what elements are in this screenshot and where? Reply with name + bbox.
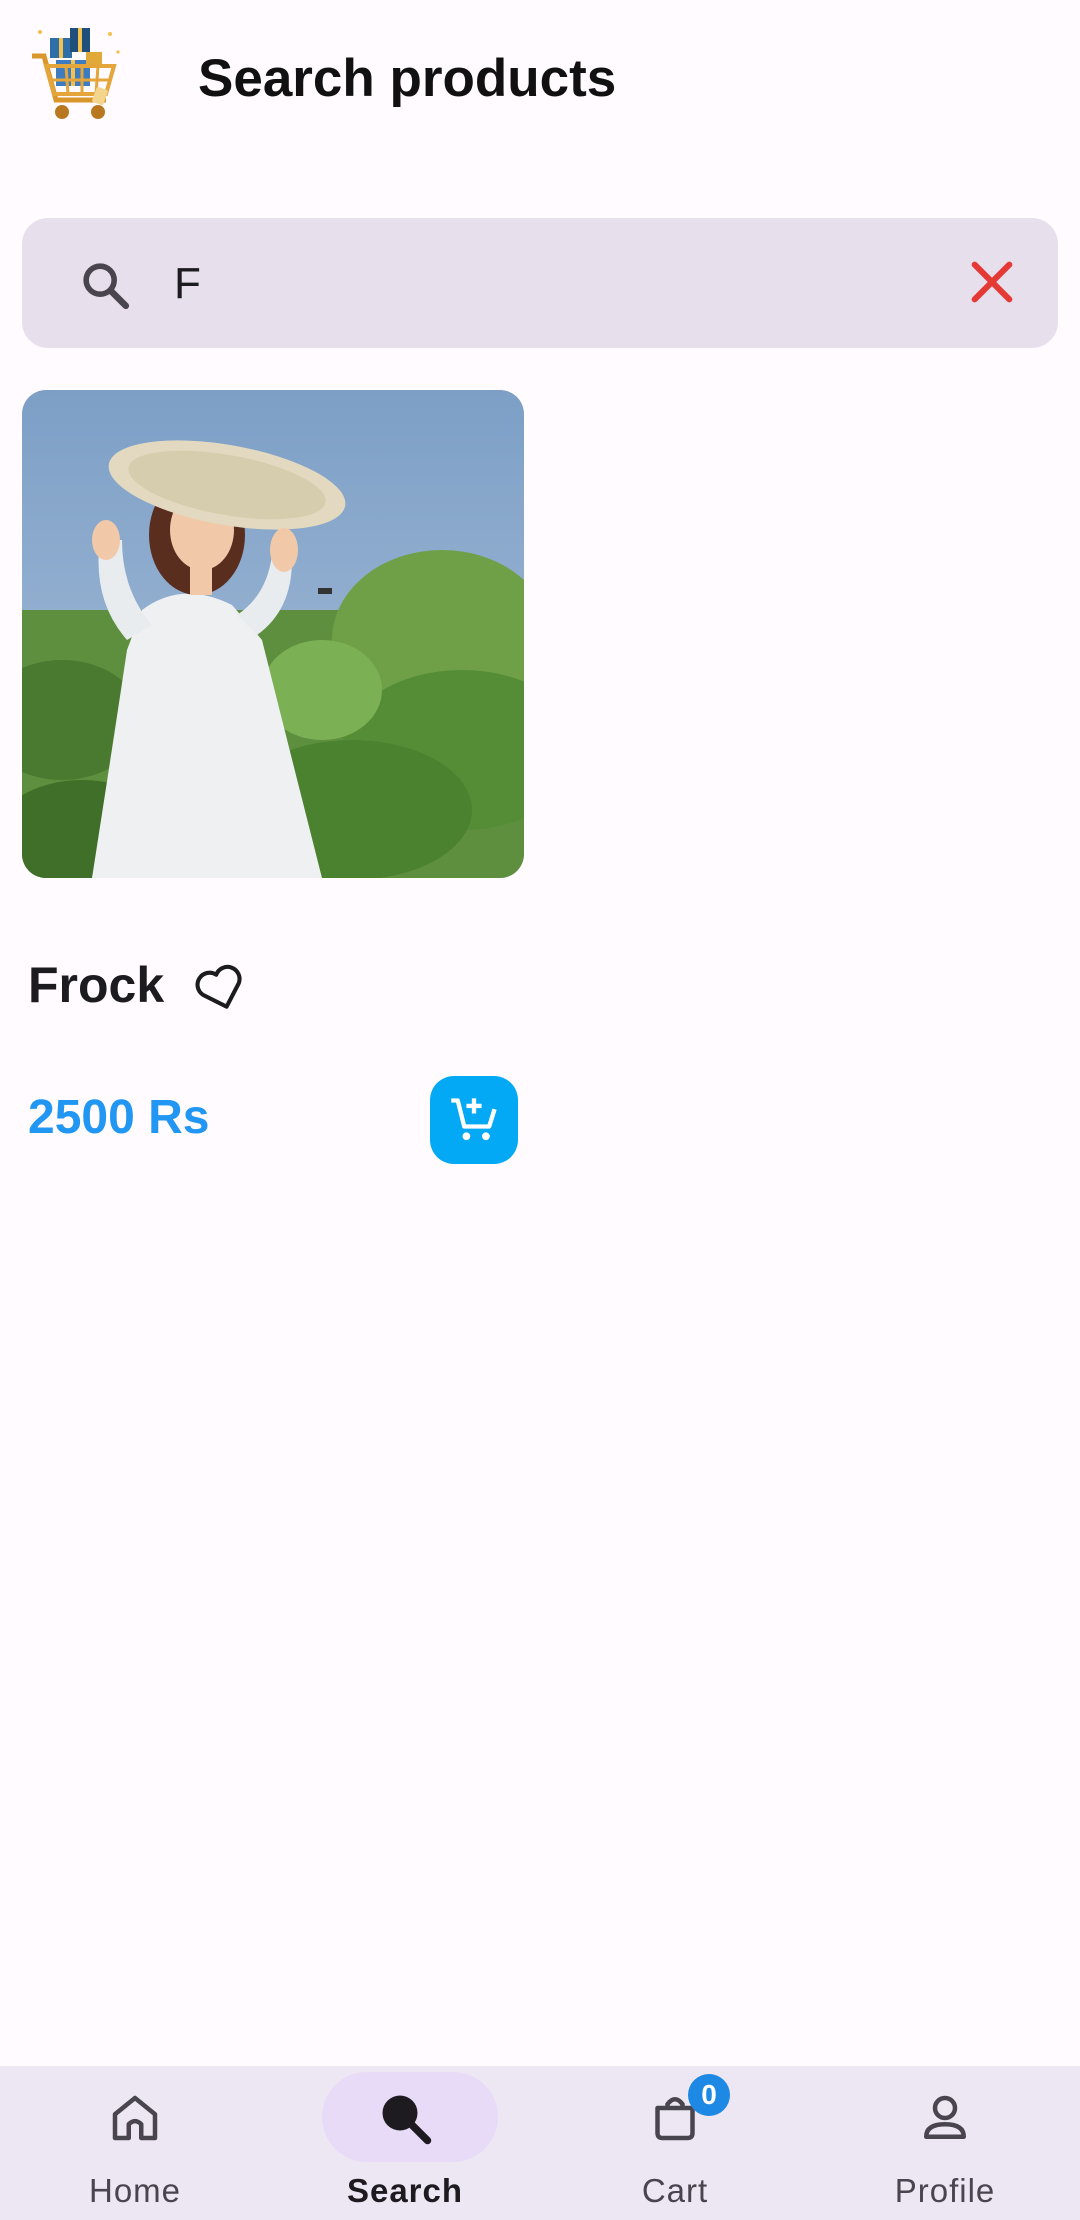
nav-item-search[interactable]: Search xyxy=(270,2066,540,2220)
page-title: Search products xyxy=(198,49,617,108)
nav-item-home[interactable]: Home xyxy=(0,2066,270,2220)
search-icon xyxy=(78,258,134,314)
add-to-cart-button[interactable] xyxy=(430,1076,518,1164)
bottom-navigation: Home Search 0 Cart Profile xyxy=(0,2066,1080,2220)
person-icon xyxy=(915,2088,975,2148)
clear-search-icon[interactable] xyxy=(966,256,1018,308)
search-input[interactable] xyxy=(172,248,936,320)
product-card[interactable]: Frock 2500 Rs xyxy=(22,390,524,1190)
product-name: Frock xyxy=(28,957,165,1013)
nav-label-cart: Cart xyxy=(641,2172,709,2209)
nav-item-cart[interactable]: 0 Cart xyxy=(540,2066,810,2220)
nav-label-search: Search xyxy=(346,2172,464,2209)
app-bar: Search products xyxy=(0,0,1080,160)
home-icon xyxy=(105,2088,165,2148)
shopping-cart-logo-icon xyxy=(26,22,126,132)
add-shopping-cart-icon xyxy=(451,1098,497,1141)
nav-label-home: Home xyxy=(88,2172,182,2209)
nav-item-profile[interactable]: Profile xyxy=(810,2066,1080,2220)
search-icon xyxy=(375,2088,435,2148)
nav-label-profile: Profile xyxy=(894,2172,996,2209)
product-price: 2500 Rs xyxy=(28,1091,210,1144)
cart-count-badge: 0 xyxy=(688,2074,730,2116)
product-image[interactable] xyxy=(22,390,524,878)
heart-outline-icon[interactable] xyxy=(192,958,250,1016)
search-bar[interactable] xyxy=(22,218,1058,348)
